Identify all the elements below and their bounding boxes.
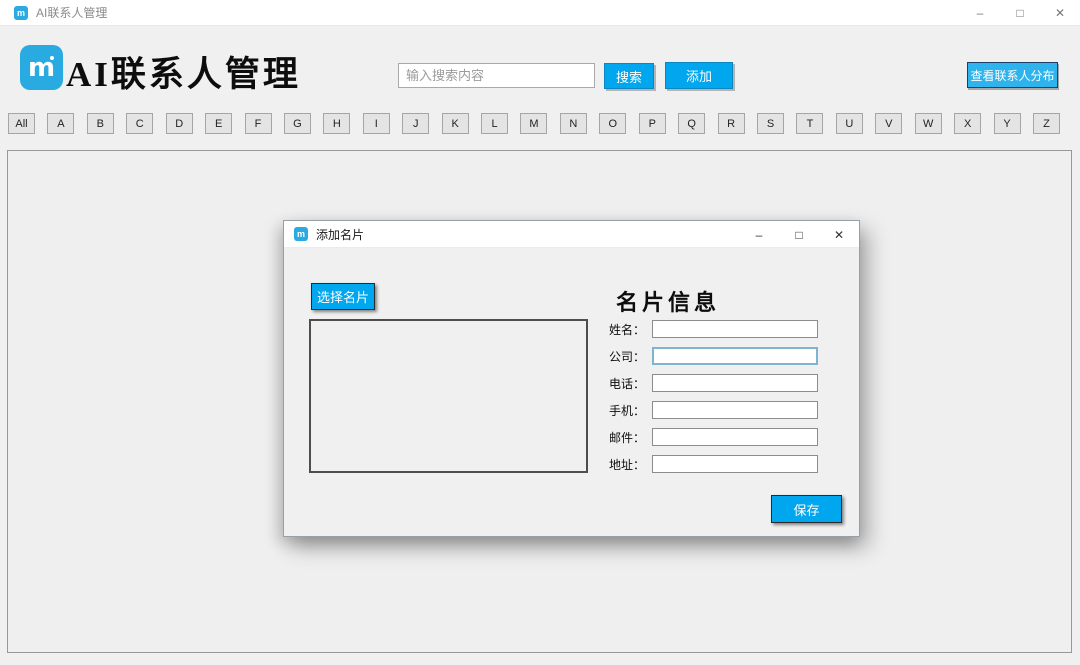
field-label: 公司： [609,348,647,365]
filter-button[interactable]: C [126,113,153,134]
search-button[interactable]: 搜索 [604,63,654,89]
window-titlebar: m AI联系人管理 – □ ✕ [0,0,1080,26]
filter-button[interactable]: U [836,113,863,134]
filter-button[interactable]: G [284,113,311,134]
card-info-heading: 名片信息 [616,285,720,317]
filter-button[interactable]: K [442,113,469,134]
form-row: 电话： [609,374,841,392]
save-button[interactable]: 保存 [771,495,842,523]
field-label: 邮件： [609,429,647,446]
add-card-dialog: m 添加名片 – □ ✕ 选择名片 名片信息 姓名： 公司： [283,220,860,537]
filter-button[interactable]: A [47,113,74,134]
form-row: 地址： [609,455,841,473]
field-input[interactable] [652,455,818,473]
alphabet-filter-row: All A B C D E F G H I J K L M N O [8,113,1060,134]
app-icon: m [14,6,28,20]
close-icon[interactable]: ✕ [1040,0,1080,26]
dialog-window-controls: – □ ✕ [739,221,859,248]
field-input[interactable] [652,428,818,446]
add-contact-button[interactable]: 添加 [665,62,733,89]
filter-button[interactable]: Y [994,113,1021,134]
app-logo-icon: m [20,45,63,90]
field-input[interactable] [652,401,818,419]
app-window: m AI联系人管理 – □ ✕ m AI联系人管理 搜索 添加 查看联系人分布 … [0,0,1080,665]
filter-button[interactable]: J [402,113,429,134]
dialog-titlebar: m 添加名片 – □ ✕ [284,221,859,248]
filter-button[interactable]: B [87,113,114,134]
form-row: 公司： [609,347,841,365]
form-row: 手机： [609,401,841,419]
card-image-preview [309,319,588,473]
form-row: 姓名： [609,320,841,338]
page-title: AI联系人管理 [66,46,301,97]
search-input[interactable] [398,63,595,88]
field-label: 电话： [609,375,647,392]
field-input[interactable] [652,347,818,365]
dialog-app-icon: m [294,227,308,241]
filter-button[interactable]: All [8,113,35,134]
field-label: 姓名： [609,321,647,338]
card-info-form: 姓名： 公司： 电话： 手机： [609,320,841,482]
filter-button[interactable]: M [520,113,547,134]
maximize-icon[interactable]: □ [1000,0,1040,26]
minimize-icon[interactable]: – [960,0,1000,26]
dialog-minimize-icon[interactable]: – [739,221,779,248]
filter-button[interactable]: V [875,113,902,134]
field-label: 地址： [609,456,647,473]
field-label: 手机： [609,402,647,419]
dialog-maximize-icon[interactable]: □ [779,221,819,248]
field-input[interactable] [652,374,818,392]
window-title: AI联系人管理 [36,4,107,21]
filter-button[interactable]: X [954,113,981,134]
filter-button[interactable]: R [718,113,745,134]
window-controls: – □ ✕ [960,0,1080,26]
field-input[interactable] [652,320,818,338]
dialog-close-icon[interactable]: ✕ [819,221,859,248]
filter-button[interactable]: O [599,113,626,134]
filter-button[interactable]: Q [678,113,705,134]
form-row: 邮件： [609,428,841,446]
filter-button[interactable]: F [245,113,272,134]
filter-button[interactable]: P [639,113,666,134]
view-distribution-button[interactable]: 查看联系人分布 [967,62,1058,88]
filter-button[interactable]: N [560,113,587,134]
filter-button[interactable]: D [166,113,193,134]
dialog-title: 添加名片 [316,226,364,243]
filter-button[interactable]: S [757,113,784,134]
filter-button[interactable]: L [481,113,508,134]
filter-button[interactable]: W [915,113,942,134]
filter-button[interactable]: E [205,113,232,134]
filter-button[interactable]: Z [1033,113,1060,134]
filter-button[interactable]: I [363,113,390,134]
select-card-button[interactable]: 选择名片 [311,283,375,310]
filter-button[interactable]: H [323,113,350,134]
filter-button[interactable]: T [796,113,823,134]
